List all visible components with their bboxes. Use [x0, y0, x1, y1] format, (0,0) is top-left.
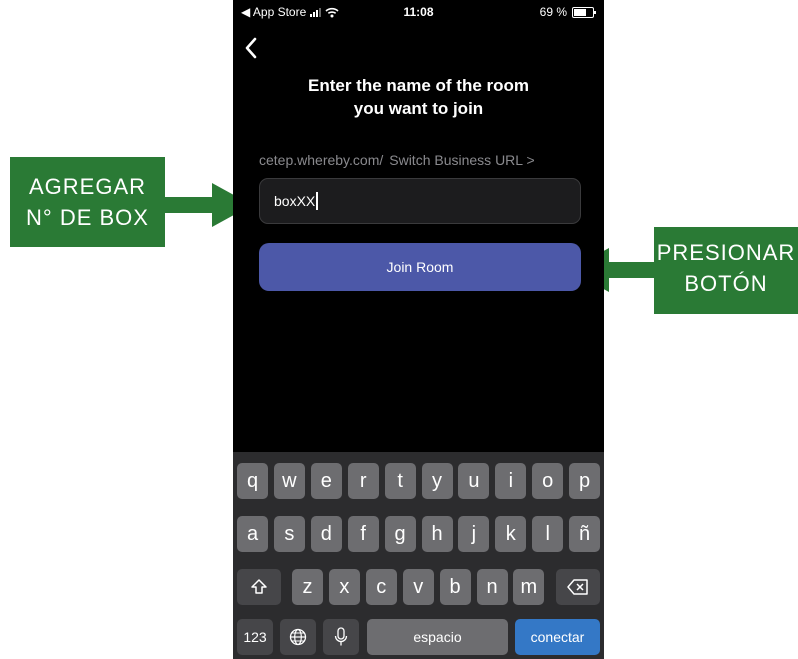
key-t[interactable]: t: [384, 463, 416, 499]
key-a[interactable]: a: [237, 516, 268, 552]
text-caret: [316, 192, 319, 210]
key-w[interactable]: w: [273, 463, 305, 499]
tutorial-canvas: AGREGAR N° DE BOX PRESIONAR BOTÓN ◀ App …: [0, 0, 798, 659]
title-line-1: Enter the name of the room: [307, 76, 530, 95]
key-r[interactable]: r: [347, 463, 379, 499]
room-input-value: boxXX: [274, 193, 316, 209]
key-u[interactable]: u: [458, 463, 490, 499]
keyboard: 123 espacio conectar qwertyuiop a s d f g…: [233, 452, 604, 659]
battery-icon: [572, 6, 596, 18]
room-name-input[interactable]: boxXX: [259, 178, 581, 224]
callout-left-line1: AGREGAR: [28, 174, 147, 199]
key-c[interactable]: c: [365, 569, 397, 605]
key-l[interactable]: l: [532, 516, 564, 552]
battery-percent: 69 %: [539, 5, 567, 19]
key-h[interactable]: h: [421, 516, 453, 552]
space-key[interactable]: espacio: [367, 619, 508, 655]
key-q[interactable]: q: [237, 463, 268, 499]
callout-left-line2: N° DE BOX: [26, 205, 149, 230]
key-j[interactable]: j: [458, 516, 490, 552]
callout-press-button: PRESIONAR BOTÓN: [654, 227, 798, 314]
callout-right-line1: PRESIONAR: [656, 240, 796, 265]
key-ñ[interactable]: ñ: [569, 516, 601, 552]
title-line-2: you want to join: [353, 99, 484, 118]
key-k[interactable]: k: [495, 516, 527, 552]
shift-key[interactable]: [237, 569, 281, 605]
key-o[interactable]: o: [532, 463, 564, 499]
backspace-icon: [567, 579, 588, 595]
key-z[interactable]: z: [292, 569, 323, 605]
status-bar-right: 69 %: [539, 5, 596, 19]
back-button[interactable]: [239, 33, 263, 63]
key-p[interactable]: p: [569, 463, 601, 499]
key-g[interactable]: g: [384, 516, 416, 552]
key-s[interactable]: s: [273, 516, 305, 552]
microphone-key[interactable]: [323, 619, 359, 655]
page-title: Enter the name of the room you want to j…: [233, 74, 604, 120]
key-y[interactable]: y: [421, 463, 453, 499]
switch-business-url-link[interactable]: Switch Business URL >: [389, 152, 534, 168]
key-f[interactable]: f: [347, 516, 379, 552]
callout-right-line2: BOTÓN: [684, 271, 768, 296]
url-row: cetep.whereby.com/ Switch Business URL >: [259, 152, 589, 168]
key-v[interactable]: v: [402, 569, 434, 605]
key-b[interactable]: b: [439, 569, 471, 605]
microphone-icon: [334, 627, 348, 646]
numbers-key[interactable]: 123: [237, 619, 273, 655]
globe-key[interactable]: [280, 619, 316, 655]
join-room-button[interactable]: Join Room: [259, 243, 581, 291]
url-prefix: cetep.whereby.com/: [259, 152, 384, 168]
shift-icon: [251, 579, 267, 594]
return-key[interactable]: conectar: [515, 619, 600, 655]
phone-screen: ◀ App Store 11:08 69 % Enter the name of…: [233, 0, 604, 659]
chevron-left-icon: [245, 37, 257, 59]
callout-add-box-number: AGREGAR N° DE BOX: [10, 157, 165, 247]
status-bar: ◀ App Store 11:08 69 %: [233, 0, 604, 24]
key-m[interactable]: m: [513, 569, 545, 605]
key-d[interactable]: d: [310, 516, 342, 552]
key-i[interactable]: i: [495, 463, 527, 499]
delete-key[interactable]: [556, 569, 600, 605]
key-x[interactable]: x: [328, 569, 360, 605]
globe-icon: [289, 628, 307, 646]
key-n[interactable]: n: [476, 569, 508, 605]
key-e[interactable]: e: [310, 463, 342, 499]
